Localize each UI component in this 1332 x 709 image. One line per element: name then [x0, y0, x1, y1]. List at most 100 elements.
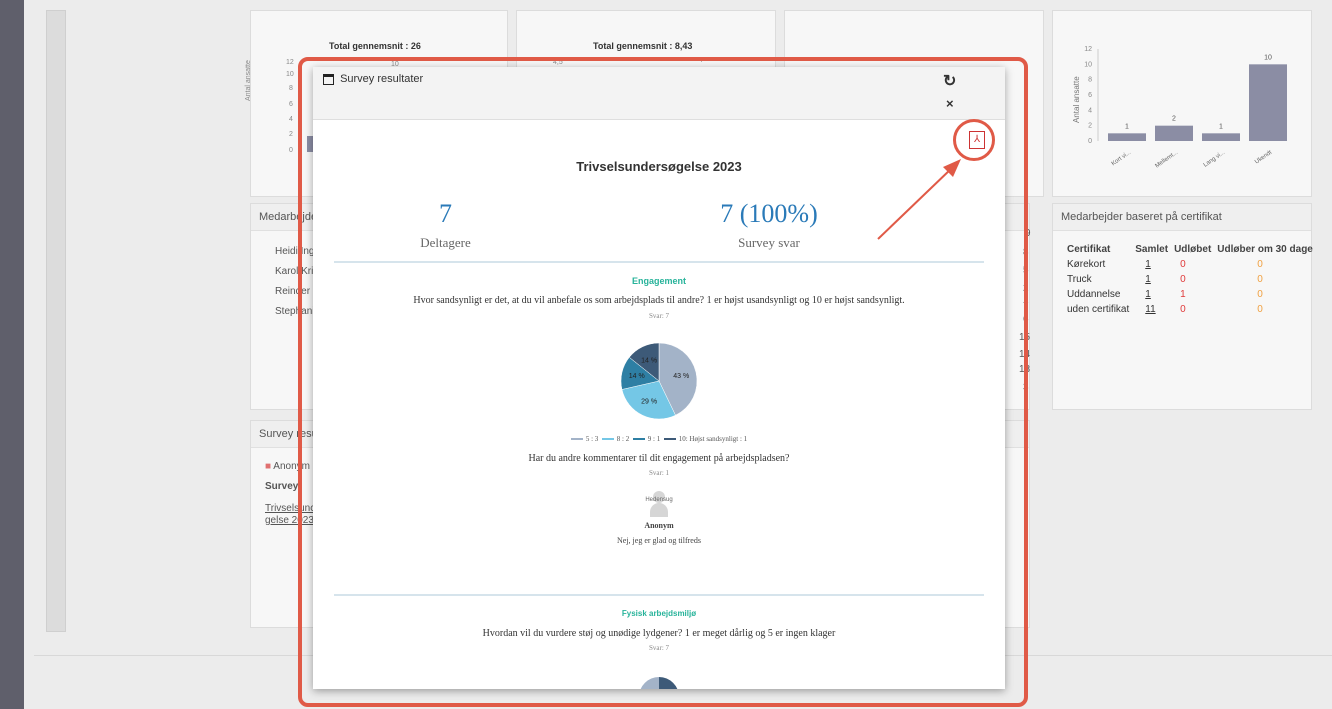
question-text: Hvor sandsynligt er det, at du vil anbef… [413, 295, 905, 306]
modal-title: Survey resultater [340, 73, 424, 85]
chart1-ytick: 2 [289, 131, 293, 138]
responses-value: 7 (100%) [720, 199, 818, 228]
cert-total-link[interactable]: 1 [1135, 287, 1174, 302]
bar-value-label: 1 [1125, 123, 1129, 130]
cert-soon: 0 [1257, 259, 1263, 270]
table-row: Truck 1 0 0 [1067, 272, 1319, 287]
certificate-panel-title: Medarbejder baseret på certifikat [1053, 204, 1311, 231]
responses-label: Survey svar [738, 235, 800, 250]
pdf-highlight-circle [953, 119, 995, 161]
y-tick-label: 6 [1088, 92, 1092, 99]
legend-item: 10: Højst sandsynligt : 1 [663, 435, 747, 443]
cert-header: Certifikat [1067, 244, 1111, 255]
cert-total-link[interactable]: 1 [1135, 272, 1174, 287]
bar [1249, 64, 1287, 141]
table-row: Kørekort 1 0 0 [1067, 257, 1319, 272]
answer-count: Svar: 7 [648, 644, 670, 652]
cert-soon: 0 [1257, 274, 1263, 285]
refresh-icon[interactable]: ↻ [943, 71, 956, 91]
avatar-text: Hedensug [645, 497, 673, 503]
legend-item: 9 : 1 [632, 435, 660, 443]
pie-slice-label: 14 % [629, 373, 645, 380]
bar [1202, 133, 1240, 141]
engagement-pie-chart: 43 % 29 % 14 % 14 % [620, 342, 698, 420]
cert-header: Samlet [1135, 244, 1169, 255]
y-tick-label: 2 [1088, 123, 1092, 130]
cert-total-link[interactable]: 1 [1135, 257, 1174, 272]
survey-results-modal: Survey resultater ↻ × ⅄ Trivselsundersøg… [313, 67, 1005, 689]
chart1-ylabel: Antal ansatte [245, 60, 252, 101]
pie-slice-label: 14 % [641, 357, 657, 364]
x-tick-label: Mellemt... [1154, 150, 1179, 170]
cert-header: Udløber om 30 dage [1217, 244, 1313, 255]
question-text: Har du andre kommentarer til dit engagem… [528, 453, 790, 464]
window-icon [323, 73, 334, 85]
left-nav-strip [0, 0, 24, 709]
survey-title: Trivselsundersøgelse 2023 [576, 159, 742, 174]
y-tick-label: 10 [1084, 61, 1092, 68]
certificate-panel: Medarbejder baseret på certifikat Certif… [1052, 203, 1313, 410]
x-tick-label: Ukendt [1254, 150, 1273, 166]
comment-author: Anonym [644, 521, 674, 530]
right-bar-chart: 12 10 8 6 4 2 0 Antal ansatte 1 Kort vi... 2 Mellem… [1072, 46, 1287, 170]
cert-name: Uddannelse [1067, 289, 1121, 300]
cert-soon: 0 [1257, 289, 1263, 300]
y-tick-label: 0 [1088, 138, 1092, 145]
y-tick-label: 8 [1088, 77, 1092, 84]
chart1-ytick: 4 [289, 116, 293, 123]
comment-text: Nej, jeg er glad og tilfreds [617, 536, 701, 545]
answer-count: Svar: 1 [648, 469, 670, 477]
pie-slice-label: 43 % [673, 373, 689, 380]
cert-name: uden certifikat [1067, 304, 1130, 315]
chart1-ytick: 8 [289, 85, 293, 92]
cert-header: Udløbet [1174, 244, 1212, 255]
modal-title-row: Survey resultater [323, 73, 423, 85]
question-text: Hvordan vil du vurdere støj og unødige l… [482, 628, 836, 639]
bar-value-label: 2 [1172, 116, 1176, 123]
legend-item: 5 : 3 [570, 435, 598, 443]
participants-label: Deltagere [420, 235, 471, 250]
pie-legend: 5 : 3 8 : 2 9 : 1 10: Højst sandsynligt … [313, 435, 1005, 443]
cert-name: Kørekort [1067, 259, 1106, 270]
table-row: Uddannelse 1 1 0 [1067, 287, 1319, 302]
cert-total-link[interactable]: 11 [1135, 302, 1174, 317]
section-title-physical: Fysisk arbejdsmiljø [621, 609, 697, 618]
pie-slice-label: 29 % [641, 399, 657, 406]
legend-item: 8 : 2 [601, 435, 629, 443]
y-axis-label: Antal ansatte [1072, 76, 1081, 123]
chart1-ytick: 12 [286, 59, 294, 66]
x-tick-label: Kort vi... [1111, 150, 1133, 168]
chart1-ytick: 6 [289, 101, 293, 108]
pie-chart-top-partial [639, 677, 679, 689]
bar-value-label: 1 [1219, 123, 1223, 130]
right-chart-panel: 12 10 8 6 4 2 0 Antal ansatte 1 Kort vi... 2 Mellem… [1052, 10, 1312, 197]
avatar: Hedensug [639, 489, 679, 519]
cert-expired: 0 [1180, 274, 1186, 285]
y-tick-label: 12 [1084, 46, 1092, 53]
y-tick-label: 4 [1088, 107, 1092, 114]
cert-expired: 0 [1180, 304, 1186, 315]
bar [1108, 133, 1146, 141]
answer-count: Svar: 7 [648, 312, 670, 320]
close-icon[interactable]: × [946, 96, 954, 111]
certificate-table: Certifikat Samlet Udløbet Udløber om 30 … [1067, 242, 1319, 317]
chart1-ytick: 10 [286, 71, 294, 78]
cert-soon: 0 [1257, 304, 1263, 315]
chart1-title: Total gennemsnit : 26 [329, 41, 421, 51]
cert-expired: 0 [1180, 259, 1186, 270]
avatar-silhouette-body [650, 503, 668, 517]
cert-expired: 1 [1180, 289, 1186, 300]
section-title-engagement: Engagement [631, 276, 686, 286]
chart1-ytick: 0 [289, 147, 293, 154]
section-divider [334, 594, 984, 596]
bar-value-label: 10 [1264, 54, 1272, 61]
chart2-title: Total gennemsnit : 8,43 [593, 41, 693, 51]
participants-value: 7 [439, 199, 452, 228]
section-divider [334, 261, 984, 263]
x-tick-label: Lang vi... [1203, 150, 1227, 169]
survey-column-header: Survey [265, 481, 299, 492]
side-panel [46, 10, 66, 632]
table-row: uden certifikat 11 0 0 [1067, 302, 1319, 317]
cert-name: Truck [1067, 274, 1092, 285]
bar [1155, 125, 1193, 141]
